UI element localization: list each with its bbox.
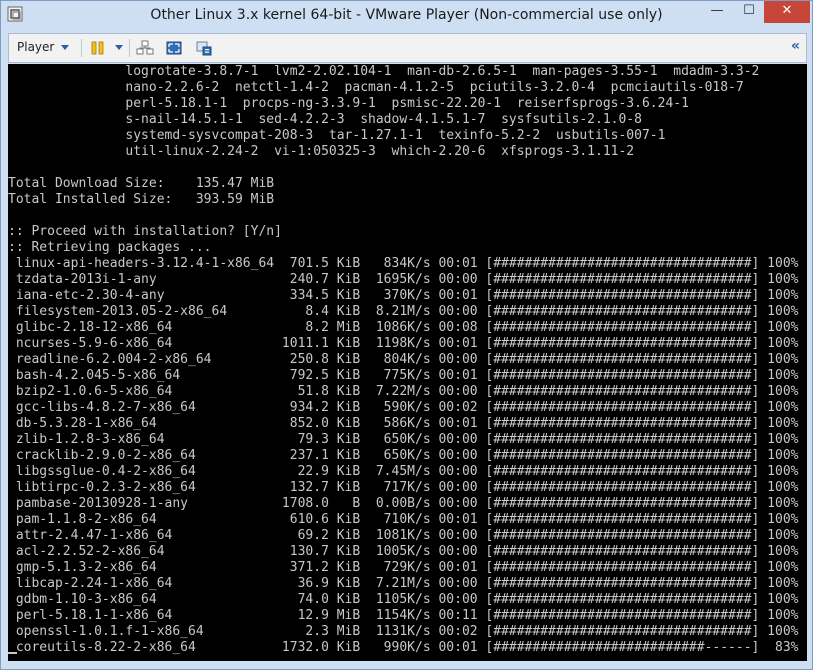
pause-menu-chevron-down-icon[interactable] — [115, 45, 123, 50]
terminal-line: util-linux-2.24-2 vi-1:050325-3 which-2.… — [8, 144, 635, 159]
vmware-player-window: Other Linux 3.x kernel 64-bit - VMware P… — [0, 0, 813, 670]
terminal-line: libgssglue-0.4-2-x86_64 22.9 KiB 7.45M/s… — [8, 464, 799, 479]
close-button[interactable]: ✕ — [764, 1, 810, 23]
terminal-line: bzip2-1.0.6-5-x86_64 51.8 KiB 7.22M/s 00… — [8, 384, 799, 399]
terminal-line: pambase-20130928-1-any 1708.0 B 0.00B/s … — [8, 496, 799, 511]
player-menu-chevron-down-icon[interactable] — [61, 45, 69, 50]
terminal-line: logrotate-3.8.7-1 lvm2-2.02.104-1 man-db… — [8, 64, 760, 79]
window-title: Other Linux 3.x kernel 64-bit - VMware P… — [150, 7, 663, 23]
terminal-line: Total Download Size: 135.47 MiB — [8, 176, 275, 191]
terminal-line: systemd-sysvcompat-208-3 tar-1.27.1-1 te… — [8, 128, 666, 143]
terminal-line: iana-etc-2.30-4-any 334.5 KiB 370K/s 00:… — [8, 288, 799, 303]
minimize-button[interactable]: — — [704, 1, 730, 23]
terminal-line: filesystem-2013.05-2-x86_64 8.4 KiB 8.21… — [8, 304, 799, 319]
send-ctrl-alt-del-icon[interactable] — [136, 39, 154, 57]
terminal-line: gcc-libs-4.8.2-7-x86_64 934.2 KiB 590K/s… — [8, 400, 799, 415]
terminal-line: linux-api-headers-3.12.4-1-x86_64 701.5 … — [8, 256, 799, 271]
collapse-toolbar-icon[interactable]: « — [791, 38, 800, 54]
terminal-line: attr-2.4.47-1-x86_64 69.2 KiB 1081K/s 00… — [8, 528, 799, 543]
terminal-line: ncurses-5.9-6-x86_64 1011.1 KiB 1198K/s … — [8, 336, 799, 351]
terminal-line: s-nail-14.5.1-1 sed-4.2.2-3 shadow-4.1.5… — [8, 112, 642, 127]
terminal-line: openssl-1.0.1.f-1-x86_64 2.3 MiB 1131K/s… — [8, 624, 799, 639]
pause-icon[interactable] — [89, 39, 107, 57]
toolbar-divider — [81, 39, 82, 57]
terminal-line: libcap-2.24-1-x86_64 36.9 KiB 7.21M/s 00… — [8, 576, 799, 591]
maximize-button[interactable]: ☐ — [736, 1, 762, 23]
terminal-line: perl-5.18.1-1-x86_64 12.9 MiB 1154K/s 00… — [8, 608, 799, 623]
terminal-line: perl-5.18.1-1 procps-ng-3.3.9-1 psmisc-2… — [8, 96, 689, 111]
terminal-line: pam-1.1.8-2-x86_64 610.6 KiB 710K/s 00:0… — [8, 512, 799, 527]
terminal-line: Total Installed Size: 393.59 MiB — [8, 192, 275, 207]
terminal-line: zlib-1.2.8-3-x86_64 79.3 KiB 650K/s 00:0… — [8, 432, 799, 447]
terminal-line: libtirpc-0.2.3-2-x86_64 132.7 KiB 717K/s… — [8, 480, 799, 495]
toolbar-divider — [129, 39, 130, 57]
terminal-line: gdbm-1.10-3-x86_64 74.0 KiB 1105K/s 00:0… — [8, 592, 799, 607]
terminal-line: bash-4.2.045-5-x86_64 792.5 KiB 775K/s 0… — [8, 368, 799, 383]
player-menu-label[interactable]: Player — [17, 40, 54, 54]
unity-mode-icon[interactable] — [195, 39, 213, 57]
terminal-line: acl-2.2.52-2-x86_64 130.7 KiB 1005K/s 00… — [8, 544, 799, 559]
player-toolbar: Player « — [8, 33, 807, 63]
terminal-line: tzdata-2013i-1-any 240.7 KiB 1695K/s 00:… — [8, 272, 799, 287]
terminal-line: cracklib-2.9.0-2-x86_64 237.1 KiB 650K/s… — [8, 448, 799, 463]
terminal-line: readline-6.2.004-2-x86_64 250.8 KiB 804K… — [8, 352, 799, 367]
full-screen-icon[interactable] — [165, 39, 183, 57]
terminal-line: :: Proceed with installation? [Y/n] — [8, 224, 282, 239]
terminal-line: glibc-2.18-12-x86_64 8.2 MiB 1086K/s 00:… — [8, 320, 799, 335]
vm-console-screen[interactable]: logrotate-3.8.7-1 lvm2-2.02.104-1 man-db… — [8, 64, 807, 661]
terminal-line: gmp-5.1.3-2-x86_64 371.2 KiB 729K/s 00:0… — [8, 560, 799, 575]
terminal-line: coreutils-8.22-2-x86_64 1732.0 KiB 990K/… — [8, 640, 799, 655]
terminal-line: db-5.3.28-1-x86_64 852.0 KiB 586K/s 00:0… — [8, 416, 799, 431]
terminal-line: nano-2.2.6-2 netctl-1.4-2 pacman-4.1.2-5… — [8, 80, 744, 95]
title-bar[interactable]: Other Linux 3.x kernel 64-bit - VMware P… — [1, 1, 812, 29]
terminal-line: :: Retrieving packages ... — [8, 240, 212, 255]
